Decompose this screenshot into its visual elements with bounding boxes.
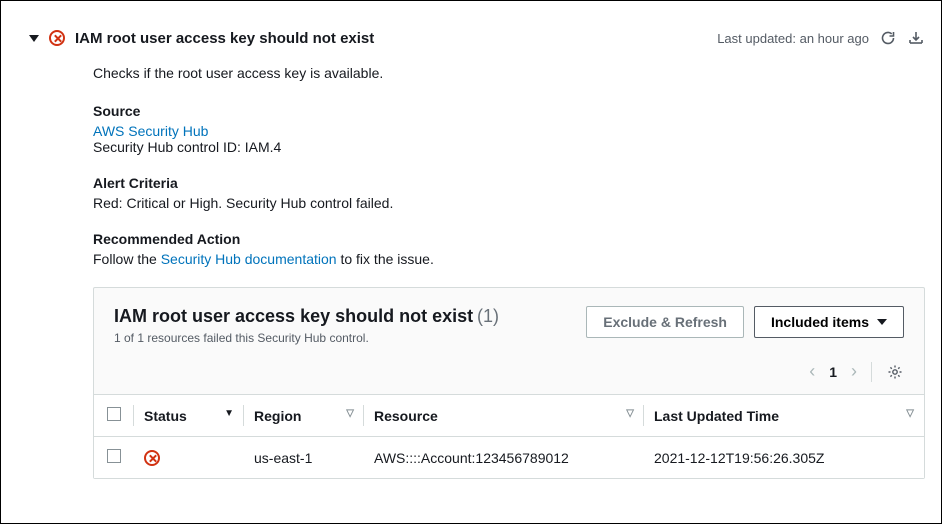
action-suffix: to fix the issue.	[337, 251, 434, 267]
sort-icon: ▽	[346, 408, 354, 419]
status-critical-icon	[49, 30, 65, 46]
pager-prev[interactable]: ‹	[809, 361, 815, 382]
col-region[interactable]: Region ▽	[244, 395, 364, 437]
resources-panel: IAM root user access key should not exis…	[93, 287, 925, 479]
table-row: us-east-1 AWS::::Account:123456789012 20…	[94, 437, 924, 479]
included-items-button[interactable]: Included items	[754, 306, 904, 338]
check-description: Checks if the root user access key is av…	[93, 65, 925, 81]
sort-desc-icon: ▼	[224, 408, 234, 419]
expand-caret[interactable]	[29, 35, 39, 42]
select-all-checkbox[interactable]	[107, 407, 121, 421]
action-text: Follow the Security Hub documentation to…	[93, 251, 925, 267]
source-link[interactable]: AWS Security Hub	[93, 123, 208, 139]
panel-count: (1)	[477, 306, 499, 326]
sort-icon: ▽	[626, 408, 634, 419]
col-resource[interactable]: Resource ▽	[364, 395, 644, 437]
col-resource-label: Resource	[374, 408, 438, 424]
exclude-refresh-button[interactable]: Exclude & Refresh	[586, 306, 744, 338]
panel-subtitle: 1 of 1 resources failed this Security Hu…	[114, 331, 499, 345]
col-status-label: Status	[144, 408, 187, 424]
action-link[interactable]: Security Hub documentation	[161, 251, 337, 267]
criteria-text: Red: Critical or High. Security Hub cont…	[93, 195, 925, 211]
check-title: IAM root user access key should not exis…	[75, 30, 374, 47]
pager-next[interactable]: ›	[851, 361, 857, 382]
row-last-updated: 2021-12-12T19:56:26.305Z	[644, 437, 924, 479]
criteria-label: Alert Criteria	[93, 175, 925, 191]
col-status[interactable]: Status ▼	[134, 395, 244, 437]
col-last-updated[interactable]: Last Updated Time ▽	[644, 395, 924, 437]
last-updated-label: Last updated: an hour ago	[717, 31, 869, 46]
row-status-critical-icon	[144, 450, 160, 466]
col-region-label: Region	[254, 408, 301, 424]
col-last-updated-label: Last Updated Time	[654, 408, 779, 424]
refresh-icon[interactable]	[879, 29, 897, 47]
chevron-down-icon	[877, 319, 887, 325]
row-resource: AWS::::Account:123456789012	[364, 437, 644, 479]
source-id: Security Hub control ID: IAM.4	[93, 139, 925, 155]
download-icon[interactable]	[907, 29, 925, 47]
settings-gear-icon[interactable]	[886, 363, 904, 381]
resources-table: Status ▼ Region ▽ Resource ▽ Last Updated T…	[94, 394, 924, 478]
action-label: Recommended Action	[93, 231, 925, 247]
divider	[871, 362, 872, 382]
action-prefix: Follow the	[93, 251, 161, 267]
panel-title: IAM root user access key should not exis…	[114, 306, 473, 326]
source-label: Source	[93, 103, 925, 119]
sort-icon: ▽	[906, 408, 914, 419]
row-region: us-east-1	[244, 437, 364, 479]
row-checkbox[interactable]	[107, 449, 121, 463]
pager-page: 1	[829, 364, 837, 380]
included-items-label: Included items	[771, 314, 869, 330]
